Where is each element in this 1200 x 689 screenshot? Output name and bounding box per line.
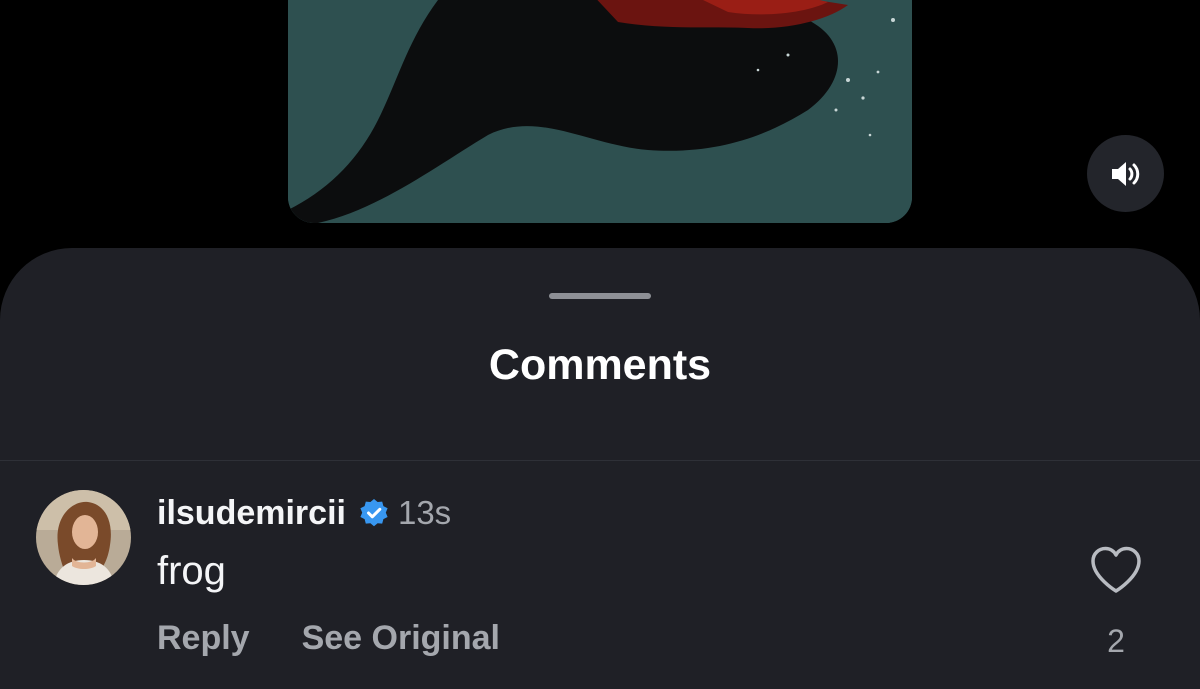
username[interactable]: ilsudemircii <box>157 491 346 535</box>
comment-actions: Reply See Original <box>157 616 500 660</box>
speaker-icon <box>1111 161 1139 186</box>
reply-button[interactable]: Reply <box>157 616 250 660</box>
see-original-button[interactable]: See Original <box>302 616 500 660</box>
comments-sheet: Comments ilsudemircii 13s frog Reply See… <box>0 248 1200 689</box>
mute-button[interactable] <box>1087 135 1164 212</box>
avatar[interactable] <box>36 490 131 585</box>
comment-timestamp: 13s <box>397 494 452 531</box>
avatar-image <box>36 490 131 585</box>
drag-handle[interactable] <box>549 293 651 299</box>
like-button[interactable] <box>1089 545 1143 595</box>
sheet-title: Comments <box>488 341 712 389</box>
comment-item: ilsudemircii 13s frog Reply See Original… <box>0 461 1200 689</box>
video-preview[interactable] <box>288 0 912 223</box>
verified-badge-icon <box>360 499 388 527</box>
video-frame-image <box>288 0 912 223</box>
comment-header: ilsudemircii 13s <box>157 491 451 535</box>
reel-comments-screen: Comments ilsudemircii 13s frog Reply See… <box>0 0 1200 689</box>
heart-outline-icon <box>1091 546 1141 593</box>
comment-text: frog <box>157 549 226 593</box>
like-count: 2 <box>1107 623 1125 659</box>
